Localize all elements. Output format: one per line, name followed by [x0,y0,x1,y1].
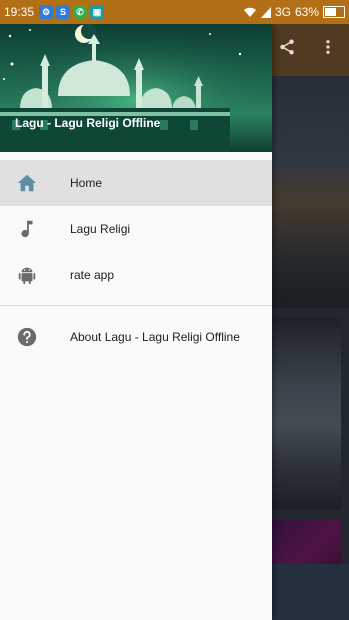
share-icon[interactable] [278,38,296,56]
nav-item-label: Lagu Religi [70,222,131,236]
wifi-icon [243,7,256,17]
status-bar: 19:35 ⚙ S ✆ ▣ 3G 63% [0,0,349,24]
notification-icons: ⚙ S ✆ ▣ [39,5,104,19]
status-time: 19:35 [4,5,35,19]
nav-item-lagu-religi[interactable]: Lagu Religi [0,206,272,252]
drawer-header-title: Lagu - Lagu Religi Offline [15,116,161,130]
status-right: 3G 63% [243,5,345,19]
drawer-header: Lagu - Lagu Religi Offline [0,24,272,152]
nav-item-label: Home [70,176,103,190]
app-screen: 19:35 ⚙ S ✆ ▣ 3G 63% Lagu - Lagu Religi … [0,0,349,620]
battery-percent: 63% [294,5,319,19]
nav-item-home[interactable]: Home [0,160,272,206]
nav-item-about[interactable]: About Lagu - Lagu Religi Offline [0,314,272,360]
screenshot-icon: ▣ [90,5,104,19]
nav-item-label: rate app [70,268,115,282]
music-note-icon [21,220,33,238]
skype-icon: S [56,5,70,19]
signal-icon [260,6,271,18]
more-vert-icon[interactable] [320,38,336,56]
help-icon [17,327,37,347]
nav-item-rate-app[interactable]: rate app [0,252,272,298]
navigation-drawer: Lagu - Lagu Religi Offline Home Lagu Rel… [0,24,272,620]
nav-list: Home Lagu Religi rate app About Lagu - L… [0,160,272,360]
app-notification-icon: ⚙ [39,5,53,19]
battery-level [325,8,337,16]
battery-icon [323,6,345,18]
home-icon [17,174,37,192]
mosque-header-image [0,24,272,152]
nav-item-label: About Lagu - Lagu Religi Offline [70,330,240,344]
network-type: 3G [274,5,291,19]
whatsapp-icon: ✆ [73,5,87,19]
nav-divider [0,305,272,306]
android-icon [18,267,36,285]
